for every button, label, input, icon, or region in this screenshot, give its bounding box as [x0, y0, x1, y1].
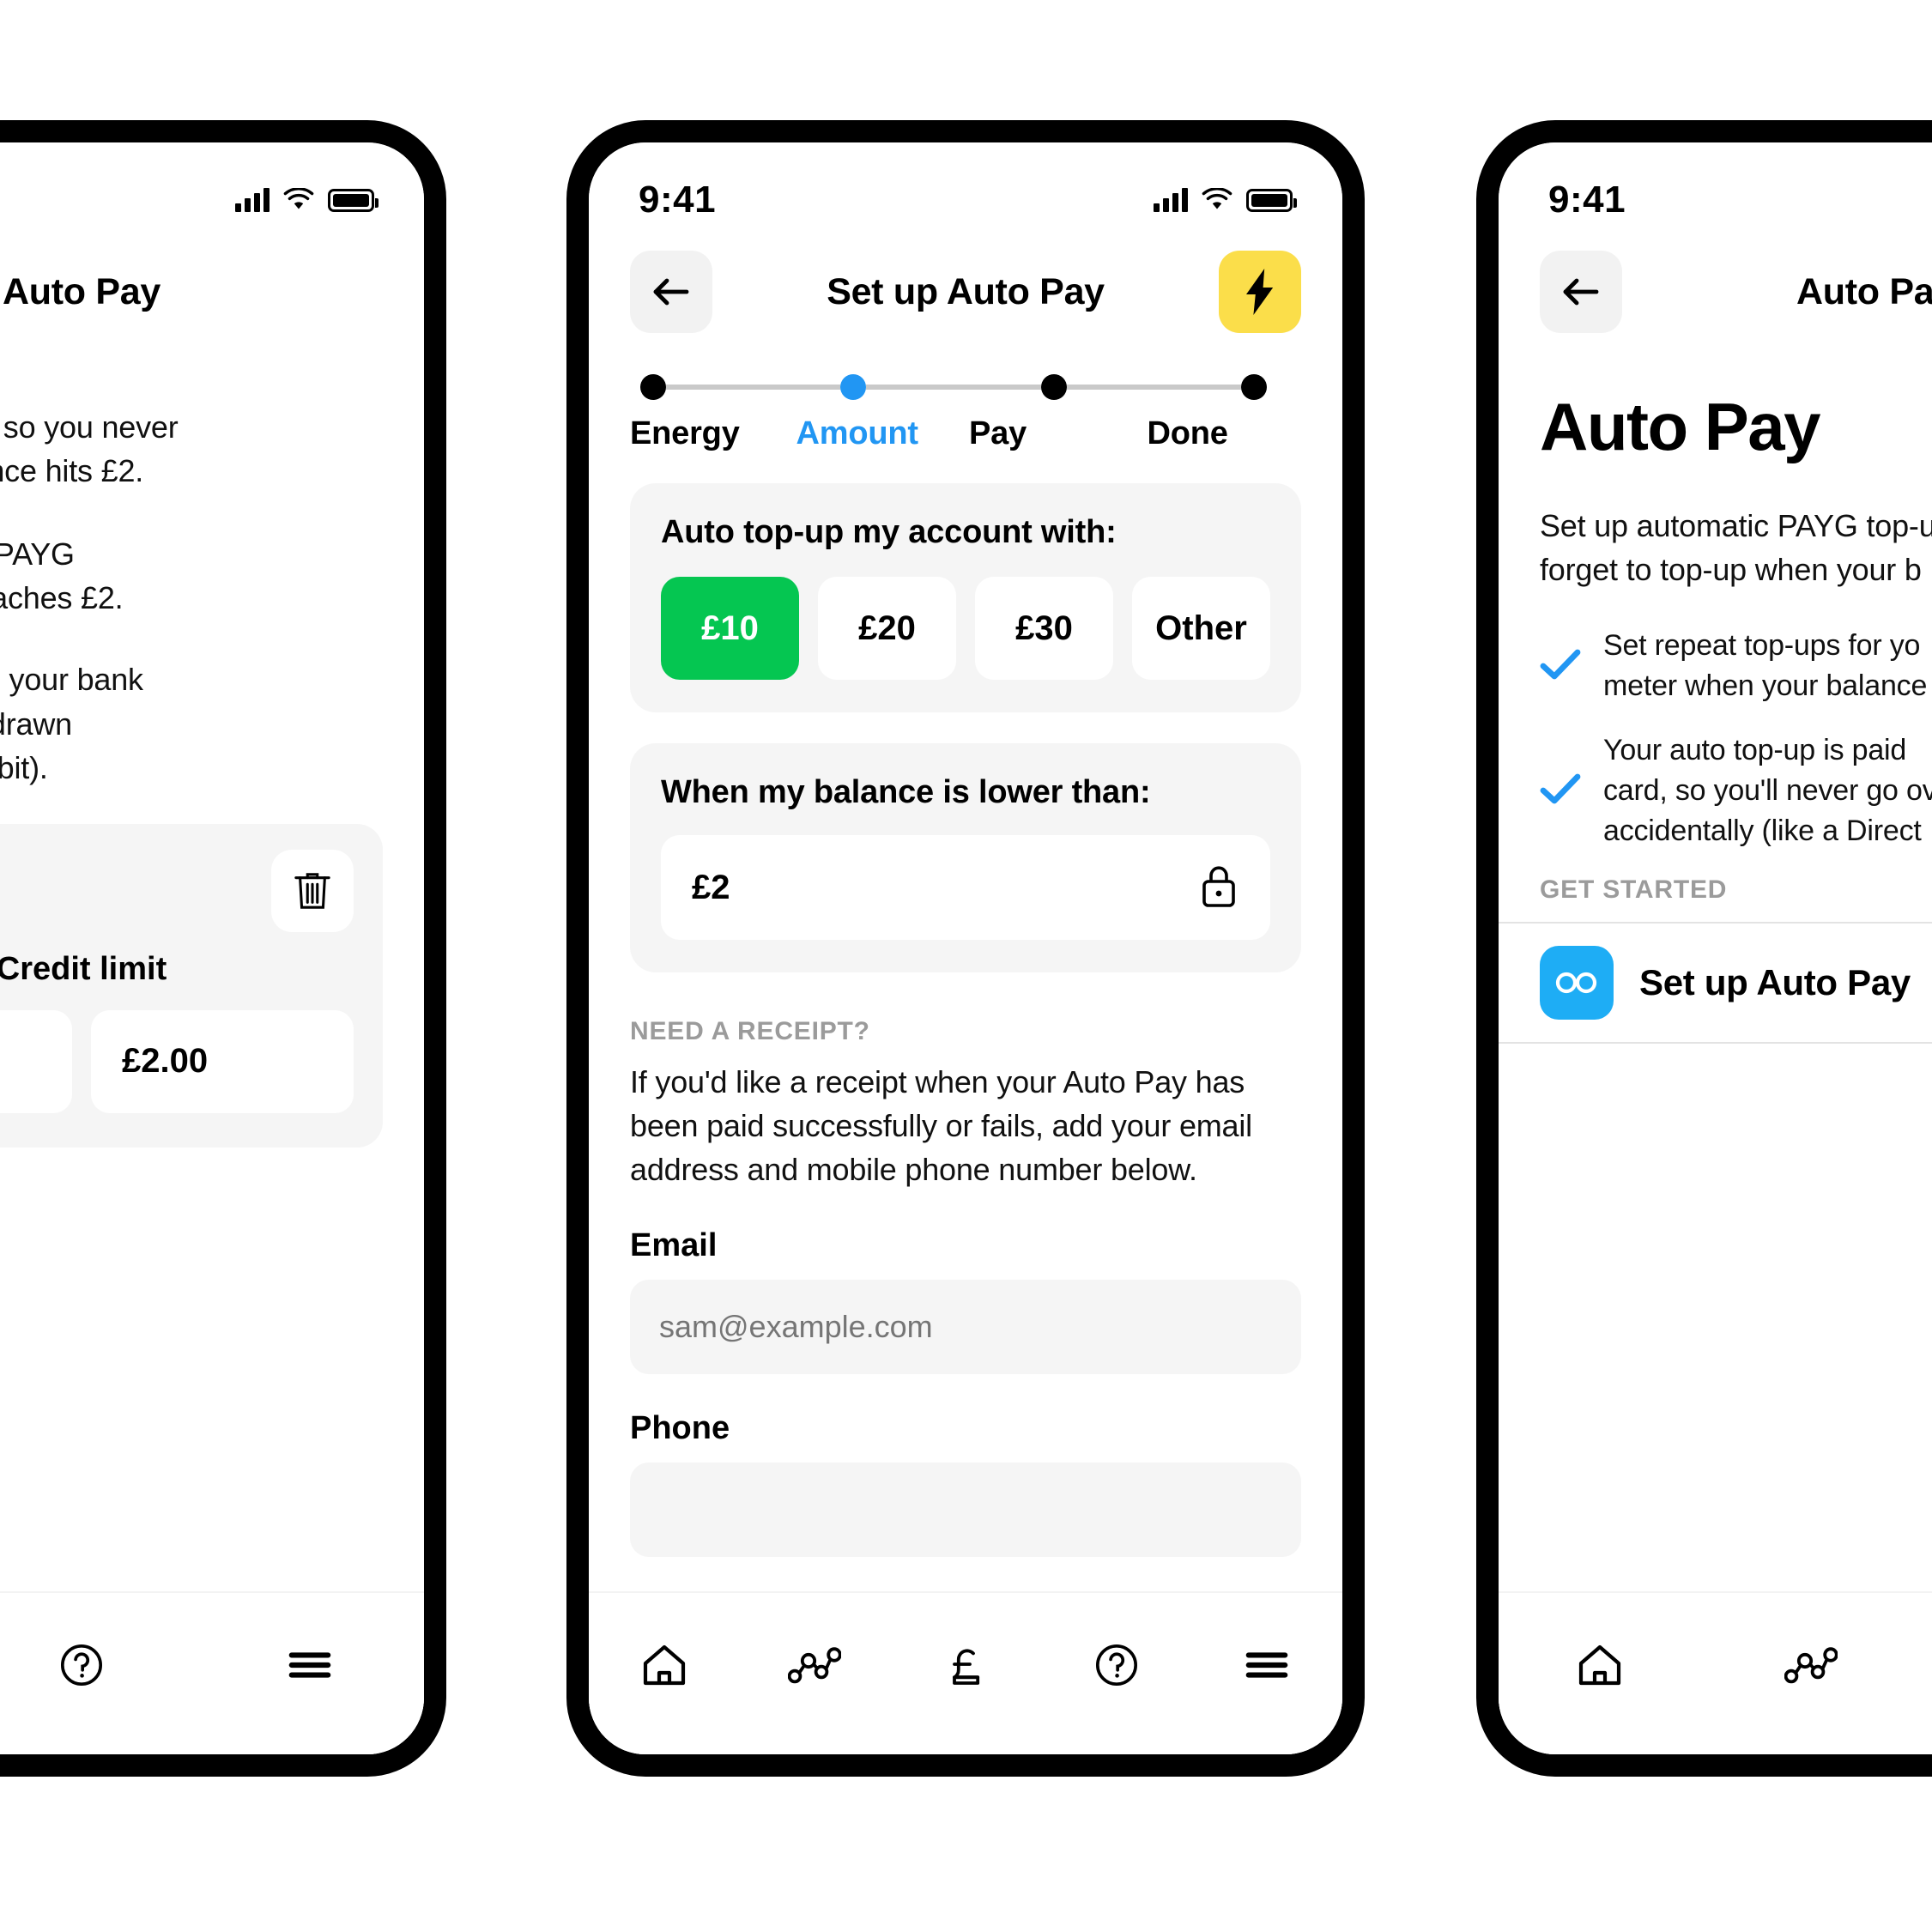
progress-stepper: Energy Amount Pay Done [589, 336, 1342, 452]
step-dot-amount[interactable] [840, 374, 867, 400]
page-title-left: Auto Pay [3, 270, 160, 312]
screen-center: 9:41 Set up Auto Pay Energy Amount Pay D… [589, 142, 1342, 1754]
battery-icon [328, 188, 379, 212]
amount-options: £10 £20 £30 Other [661, 577, 1270, 680]
credit-limit-title: Credit limit [0, 950, 167, 987]
list-item: Your auto top-up is paid card, so you'll… [1540, 730, 1932, 851]
screen-right: 9:41 Auto Pay Auto Pay Set up automatic … [1499, 142, 1932, 1754]
nav-bar-right: Auto Pay [1499, 225, 1932, 336]
benefits-list: Set repeat top-ups for yo meter when you… [1540, 626, 1932, 851]
tab-help[interactable] [1075, 1624, 1158, 1706]
nav-bar-center: Set up Auto Pay [589, 225, 1342, 336]
battery-icon [1246, 188, 1297, 212]
status-icons [235, 188, 379, 212]
tab-home[interactable] [623, 1624, 706, 1706]
intro-paragraph-right: Set up automatic PAYG top-u forget to to… [1540, 508, 1932, 588]
infinity-icon [1540, 945, 1614, 1020]
balance-threshold-card: When my balance is lower than: £2 [630, 743, 1301, 972]
stepper-labels: Energy Amount Pay Done [630, 415, 1301, 452]
heading-auto-pay: Auto Pay [1540, 389, 1821, 464]
receipt-section-label: NEED A RECEIPT? [630, 1017, 870, 1045]
step-label-done[interactable]: Done [1123, 415, 1302, 452]
nav-right-spacer [300, 251, 383, 333]
trash-icon[interactable] [271, 849, 354, 932]
status-bar-right: 9:41 [1499, 142, 1932, 225]
page-title-center: Set up Auto Pay [827, 270, 1105, 312]
receipt-body: If you'd like a receipt when your Auto P… [630, 1064, 1252, 1188]
status-icons-center [1154, 188, 1297, 212]
tab-bar-center [589, 1591, 1342, 1754]
step-dot-energy[interactable] [640, 374, 666, 400]
screenshot-canvas: Auto Pay c PAYG top-ups so you never whe… [0, 0, 1932, 1932]
credit-limit-fields: £2.00 [0, 1009, 354, 1113]
tab-help[interactable] [40, 1624, 123, 1706]
tab-bar-right [1499, 1591, 1932, 1754]
status-bar-left [0, 142, 424, 225]
step-seg-2 [866, 385, 1041, 390]
step-label-energy[interactable]: Energy [630, 415, 784, 452]
auto-topup-card: Auto top-up my account with: £10 £20 £30… [630, 483, 1301, 712]
bullet-text-left-1: op-ups for your PAYG your balance reache… [0, 536, 124, 616]
auto-topup-title: Auto top-up my account with: [661, 514, 1117, 550]
status-bar-center: 9:41 [589, 142, 1342, 225]
balance-threshold-title: When my balance is lower than: [661, 774, 1151, 810]
back-arrow-icon[interactable] [1540, 251, 1622, 333]
amount-option-other[interactable]: Other [1132, 577, 1270, 680]
nav-bar-left: Auto Pay [0, 225, 424, 336]
wifi-icon [283, 188, 314, 212]
lock-icon [1198, 863, 1239, 913]
get-started-label: GET STARTED [1540, 875, 1728, 904]
email-input[interactable] [630, 1280, 1301, 1375]
tab-usage[interactable] [1770, 1624, 1852, 1706]
step-seg-1 [666, 385, 841, 390]
step-label-amount[interactable]: Amount [784, 415, 951, 452]
signal-bars-icon [235, 188, 270, 212]
screen-left: Auto Pay c PAYG top-ups so you never whe… [0, 142, 424, 1754]
bullet-text-left-2: o-up is paid with your bank ll never go … [0, 662, 143, 785]
email-label: Email [630, 1227, 718, 1264]
amount-option-30[interactable]: £30 [975, 577, 1113, 680]
step-label-pay[interactable]: Pay [950, 415, 1123, 452]
benefit-text-2: Your auto top-up is paid card, so you'll… [1603, 734, 1932, 847]
back-arrow-icon[interactable] [630, 251, 712, 333]
status-time-center: 9:41 [639, 179, 717, 221]
phone-right: 9:41 Auto Pay Auto Pay Set up automatic … [1476, 120, 1932, 1777]
signal-bars-icon [1154, 188, 1188, 212]
balance-threshold-field[interactable]: £2 [661, 835, 1270, 940]
step-dot-pay[interactable] [1040, 374, 1067, 400]
list-item-label: Set up Auto Pay [1639, 961, 1911, 1002]
intro-text-left: c PAYG top-ups so you never when your ba… [0, 405, 383, 493]
phone-center: 9:41 Set up Auto Pay Energy Amount Pay D… [566, 120, 1365, 1777]
amount-option-10[interactable]: £10 [661, 577, 799, 680]
phone-label: Phone [630, 1410, 730, 1447]
amount-option-20[interactable]: £20 [818, 577, 956, 680]
phone-input[interactable] [630, 1463, 1301, 1558]
intro-line-2: when your balance hits £2. [0, 453, 144, 489]
list-item: Set repeat top-ups for yo meter when you… [1540, 626, 1932, 706]
tab-menu[interactable] [1226, 1624, 1308, 1706]
check-icon [1540, 648, 1581, 685]
credit-limit-card: Credit limit £2.00 [0, 823, 383, 1148]
lightning-bolt-icon[interactable] [1218, 251, 1301, 333]
stepper-track [640, 374, 1267, 400]
wifi-icon [1202, 188, 1232, 212]
tab-home[interactable] [1559, 1624, 1641, 1706]
tab-payments[interactable] [924, 1624, 1007, 1706]
tab-bar-left [0, 1591, 424, 1754]
phone-left: Auto Pay c PAYG top-ups so you never whe… [0, 120, 446, 1777]
credit-limit-field-a[interactable] [0, 1009, 72, 1113]
intro-line-1: c PAYG top-ups so you never [0, 409, 179, 445]
check-icon [1540, 772, 1581, 809]
credit-limit-value[interactable]: £2.00 [91, 1009, 354, 1113]
tab-menu[interactable] [269, 1624, 351, 1706]
balance-threshold-value: £2 [692, 868, 730, 906]
page-title-right: Auto Pay [1796, 270, 1932, 312]
step-dot-done[interactable] [1240, 374, 1267, 400]
status-time-right: 9:41 [1548, 179, 1626, 221]
list-item-setup-auto-pay[interactable]: Set up Auto Pay [1499, 921, 1932, 1044]
tab-usage[interactable] [773, 1624, 856, 1706]
step-seg-3 [1066, 385, 1241, 390]
benefit-text-1: Set repeat top-ups for yo meter when you… [1603, 629, 1928, 703]
